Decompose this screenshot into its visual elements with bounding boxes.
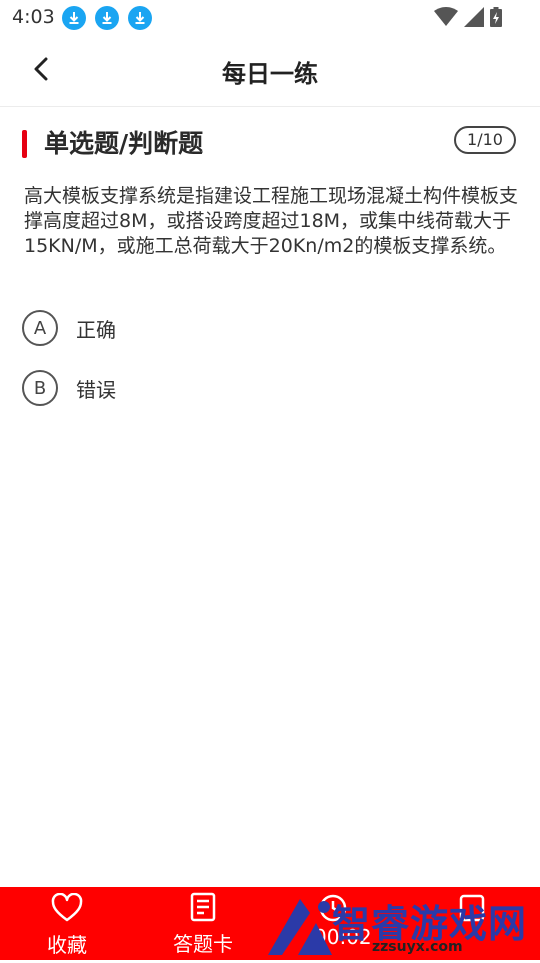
- download-icon: [62, 6, 86, 30]
- option-b[interactable]: B 错误: [22, 368, 116, 408]
- download-icon: [128, 6, 152, 30]
- watermark-url: zzsuyx.com: [372, 939, 463, 955]
- answer-card-icon: [190, 892, 216, 926]
- option-a[interactable]: A 正确: [22, 308, 116, 348]
- option-letter: A: [22, 310, 58, 346]
- option-label: 错误: [76, 377, 116, 402]
- page-title: 每日一练: [222, 60, 318, 88]
- question-progress: 1/10: [454, 126, 516, 154]
- accent-bar: [22, 130, 27, 158]
- battery-charging-icon: [490, 7, 502, 31]
- answer-card-label: 答题卡: [173, 932, 233, 956]
- watermark-logo-icon: [262, 895, 342, 963]
- app-bar: 每日一练: [0, 36, 540, 107]
- download-icon: [95, 6, 119, 30]
- signal-icon: [464, 7, 484, 31]
- option-label: 正确: [76, 317, 116, 342]
- watermark: 智睿游戏网 zzsuyx.com: [262, 893, 540, 960]
- status-time: 4:03: [12, 6, 55, 28]
- status-bar: 4:03: [0, 0, 540, 36]
- wifi-icon: [434, 7, 458, 31]
- heart-icon: [51, 892, 83, 927]
- question-text: 高大模板支撑系统是指建设工程施工现场混凝土构件模板支撑高度超过8M，或搭设跨度超…: [24, 185, 519, 257]
- question-type: 单选题/判断题: [44, 129, 204, 158]
- favorite-label: 收藏: [47, 933, 87, 957]
- favorite-button[interactable]: 收藏: [36, 887, 98, 960]
- option-letter: B: [22, 370, 58, 406]
- answer-card-button[interactable]: 答题卡: [170, 887, 236, 960]
